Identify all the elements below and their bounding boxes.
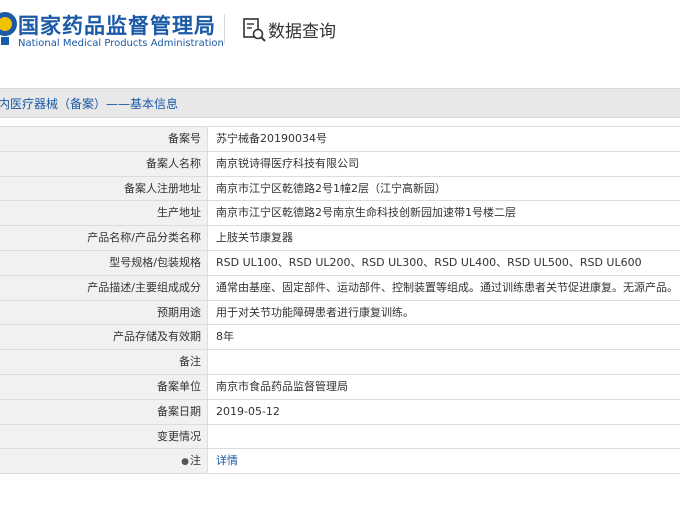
breadcrumb-bar: 内医疗器械（备案）——基本信息 [0,88,680,118]
table-row: 产品存储及有效期 8年 [0,324,680,351]
table-row: 备案号 苏宁械备20190034号 [0,126,680,152]
row-label-note: ●注 [0,449,208,474]
row-value: 上肢关节康复器 [216,231,293,245]
row-value: 南京市江宁区乾德路2号1幢2层（江宁高新园） [216,181,446,195]
table-row: 备案日期 2019-05-12 [0,398,680,425]
row-value: 南京市江宁区乾德路2号南京生命科技创新园加速带1号楼二层 [216,206,516,220]
row-value: 南京市食品药品监督管理局 [216,379,348,393]
note-label: 注 [190,454,201,468]
row-value: 8年 [216,330,234,344]
document-search-icon [243,18,266,42]
row-label: 生产地址 [0,201,208,226]
row-label: 产品描述/主要组成成分 [0,275,208,300]
row-label: 备案人名称 [0,151,208,176]
table-row: 备案人名称 南京锐诗得医疗科技有限公司 [0,150,680,177]
row-value: 用于对关节功能障碍患者进行康复训练。 [216,305,414,319]
table-row: 备注 [0,349,680,375]
header-divider [224,14,225,44]
row-label: 备注 [0,350,208,374]
row-label: 变更情况 [0,424,208,449]
row-label: 备案号 [0,127,208,151]
pin-icon: ● [181,457,189,468]
site-subtitle: National Medical Products Administration [18,38,224,49]
table-row: 预期用途 用于对关节功能障碍患者进行康复训练。 [0,299,680,326]
row-label: 型号规格/包装规格 [0,250,208,275]
row-label: 备案日期 [0,399,208,424]
table-row: 产品描述/主要组成成分 通常由基座、固定部件、运动部件、控制装置等组成。通过训练… [0,274,680,301]
site-header: 国家药品监督管理局 National Medical Products Admi… [0,0,680,56]
table-row: 产品名称/产品分类名称 上肢关节康复器 [0,225,680,251]
emblem-icon [0,12,17,45]
row-label: 预期用途 [0,300,208,325]
site-title: 国家药品监督管理局 [18,14,216,38]
row-value: RSD UL100、RSD UL200、RSD UL300、RSD UL400、… [216,255,642,269]
row-value: 苏宁械备20190034号 [216,132,327,145]
table-row: 型号规格/包装规格 RSD UL100、RSD UL200、RSD UL300、… [0,249,680,276]
row-label: 产品存储及有效期 [0,325,208,350]
row-value: 通常由基座、固定部件、运动部件、控制装置等组成。通过训练患者关节促进康复。无源产… [216,280,678,294]
table-row: 变更情况 [0,423,680,450]
details-link[interactable]: 详情 [216,449,238,473]
row-value: 2019-05-12 [216,404,280,418]
table-row: 备案单位 南京市食品药品监督管理局 [0,373,680,400]
row-label: 备案人注册地址 [0,176,208,201]
table-row: 生产地址 南京市江宁区乾德路2号南京生命科技创新园加速带1号楼二层 [0,200,680,227]
row-label: 产品名称/产品分类名称 [0,226,208,250]
table-row: ●注 详情 [0,448,680,475]
detail-table: 备案号 苏宁械备20190034号 备案人名称 南京锐诗得医疗科技有限公司 备案… [0,126,680,475]
table-row: 备案人注册地址 南京市江宁区乾德路2号1幢2层（江宁高新园） [0,175,680,202]
row-label: 备案单位 [0,374,208,399]
query-title: 数据查询 [268,22,336,42]
row-value: 南京锐诗得医疗科技有限公司 [216,156,359,170]
breadcrumb: 内医疗器械（备案）——基本信息 [0,97,179,111]
